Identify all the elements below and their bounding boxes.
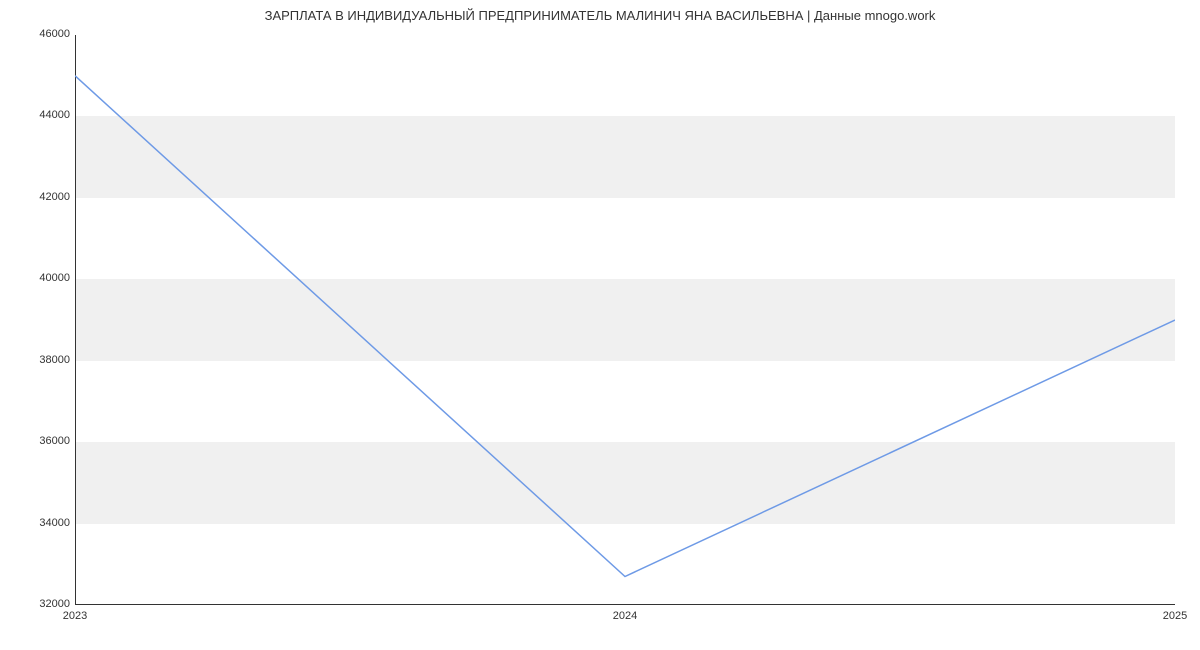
y-tick-label: 46000 xyxy=(10,28,70,40)
x-tick-label: 2025 xyxy=(1163,610,1187,622)
x-axis xyxy=(75,604,1175,605)
chart-container: ЗАРПЛАТА В ИНДИВИДУАЛЬНЫЙ ПРЕДПРИНИМАТЕЛ… xyxy=(0,0,1200,650)
chart-title: ЗАРПЛАТА В ИНДИВИДУАЛЬНЫЙ ПРЕДПРИНИМАТЕЛ… xyxy=(0,8,1200,23)
x-tick-label: 2024 xyxy=(613,610,637,622)
y-tick-label: 36000 xyxy=(10,435,70,447)
grid-band xyxy=(75,279,1175,360)
y-tick-label: 32000 xyxy=(10,598,70,610)
grid-band xyxy=(75,442,1175,523)
plot-area xyxy=(75,35,1175,605)
y-tick-label: 44000 xyxy=(10,109,70,121)
y-axis xyxy=(75,35,76,605)
grid-band xyxy=(75,116,1175,197)
y-tick-label: 38000 xyxy=(10,354,70,366)
y-tick-label: 34000 xyxy=(10,517,70,529)
x-tick-label: 2023 xyxy=(63,610,87,622)
y-tick-label: 42000 xyxy=(10,191,70,203)
y-tick-label: 40000 xyxy=(10,272,70,284)
